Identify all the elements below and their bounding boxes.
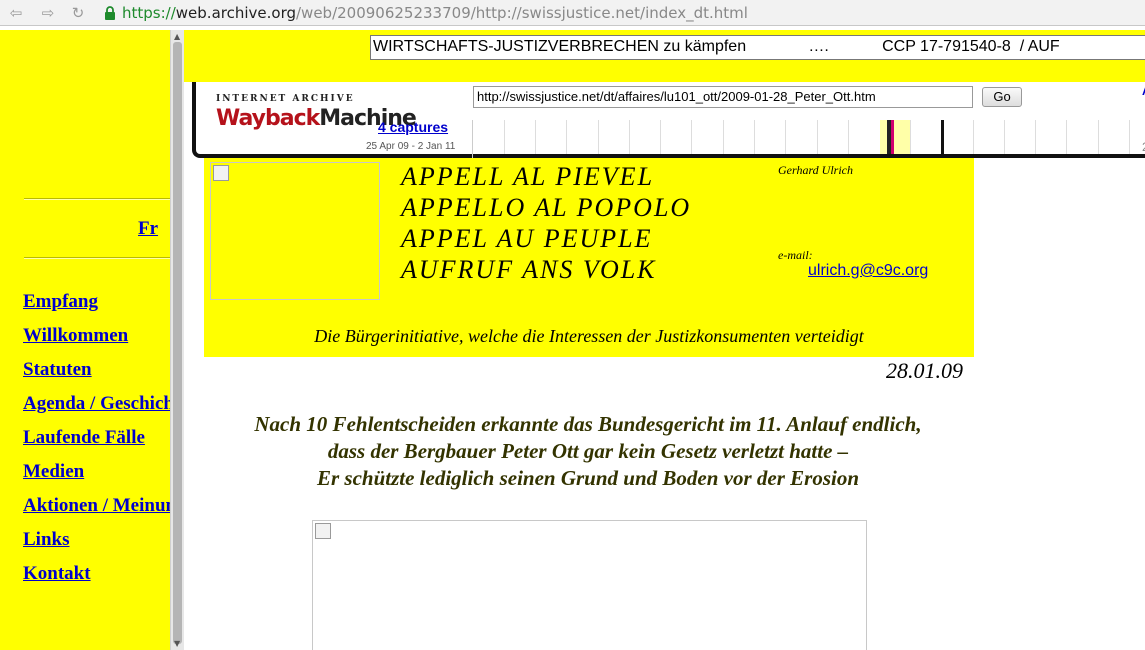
- capture-mark-current[interactable]: [891, 120, 894, 154]
- timeline-divider: [973, 120, 974, 154]
- nav-item-label: Medien: [23, 461, 85, 482]
- timeline-divider: [848, 120, 849, 154]
- timeline-divider: [660, 120, 661, 154]
- timeline-divider: [910, 120, 911, 154]
- nav-item-label: Kontakt: [23, 563, 91, 584]
- nav-item-empfang[interactable]: Empfang: [23, 290, 170, 324]
- header-image: [210, 162, 380, 300]
- timeline-divider: [785, 120, 786, 154]
- wayback-url-input[interactable]: http://swissjustice.net/dt/affaires/lu10…: [473, 86, 973, 108]
- wayback-logo-word: Wayback: [216, 106, 320, 131]
- scrollbar-thumb[interactable]: [173, 42, 182, 644]
- timeline-divider: [566, 120, 567, 154]
- divider: [24, 257, 170, 259]
- nav-item-label: Statuten: [23, 359, 92, 380]
- nav-item-links[interactable]: Links: [23, 528, 170, 562]
- header-subtitle: Die Bürgerinitiative, welche die Interes…: [314, 326, 864, 346]
- timeline-current-year: [880, 120, 910, 154]
- go-button[interactable]: Go: [982, 87, 1022, 107]
- timeline-divider: [723, 120, 724, 154]
- nav-item-medien[interactable]: Medien: [23, 460, 170, 494]
- browser-toolbar: ⇦ ⇨ ↻ https://web.archive.org/web/200906…: [0, 0, 1145, 26]
- timeline-divider: [1098, 120, 1099, 154]
- timeline-divider: [629, 120, 630, 154]
- email-label: e-mail:: [778, 248, 813, 262]
- captures-link[interactable]: 4 captures: [378, 119, 448, 135]
- appeal-line: APPELLO AL POPOLO: [401, 193, 692, 222]
- forward-arrow-icon[interactable]: ⇨: [38, 3, 58, 23]
- url-scheme: https://: [122, 4, 176, 22]
- nav-item-aktionen[interactable]: Aktionen / Meinungen: [23, 494, 170, 528]
- reload-icon[interactable]: ↻: [68, 3, 88, 23]
- nav-item-label: Laufende Fälle: [23, 427, 145, 448]
- nav-item-agenda[interactable]: Agenda / Geschichte: [23, 392, 170, 426]
- left-nav-frame: Fr Empfang Willkommen Statuten Agenda / …: [0, 30, 170, 650]
- site-header: APPELL AL PIEVEL APPELLO AL POPOLO APPEL…: [204, 158, 974, 357]
- timeline-divider: [598, 120, 599, 154]
- nav-item-willkommen[interactable]: Willkommen: [23, 324, 170, 358]
- timeline-divider: [691, 120, 692, 154]
- timeline-divider: [1129, 120, 1130, 154]
- author-name: Gerhard Ulrich: [778, 163, 853, 177]
- capture-timeline[interactable]: [472, 120, 1145, 158]
- capture-mark[interactable]: [941, 120, 944, 154]
- ticker-field[interactable]: WIRTSCHAFTS-JUSTIZVERBRECHEN zu kämpfen …: [370, 35, 1145, 60]
- headline-line: dass der Bergbauer Peter Ott gar kein Ge…: [327, 439, 849, 463]
- nav-item-label: Links: [23, 529, 70, 550]
- appeal-line: AUFRUF ANS VOLK: [401, 255, 657, 284]
- back-arrow-icon[interactable]: ⇦: [6, 3, 26, 23]
- content-frame: WIRTSCHAFTS-JUSTIZVERBRECHEN zu kämpfen …: [184, 30, 1145, 650]
- wayback-toolbar: INTERNET ARCHIVE WaybackMachine http://s…: [192, 82, 1145, 158]
- timeline-divider: [817, 120, 818, 154]
- language-link-fr[interactable]: Fr: [138, 218, 158, 240]
- lock-icon: [105, 6, 115, 20]
- appeal-line: APPEL AU PEUPLE: [401, 224, 653, 253]
- nav-item-laufende-faelle[interactable]: Laufende Fälle: [23, 426, 170, 460]
- broken-image-icon: [213, 165, 229, 181]
- divider: [24, 198, 170, 200]
- address-bar[interactable]: https://web.archive.org/web/200906252337…: [122, 3, 748, 23]
- wayback-logo-caption: INTERNET ARCHIVE: [216, 94, 355, 104]
- ticker-strip: WIRTSCHAFTS-JUSTIZVERBRECHEN zu kämpfen …: [184, 30, 1145, 82]
- nav-item-kontakt[interactable]: Kontakt: [23, 562, 170, 596]
- nav-menu: Empfang Willkommen Statuten Agenda / Ges…: [23, 290, 170, 596]
- nav-item-statuten[interactable]: Statuten: [23, 358, 170, 392]
- article-date: 28.01.09: [886, 358, 963, 383]
- url-path: /web/20090625233709/http://swissjustice.…: [296, 4, 748, 22]
- url-host: web.archive.org: [175, 4, 296, 22]
- scroll-up-icon[interactable]: ▲: [174, 32, 180, 41]
- timeline-divider: [1035, 120, 1036, 154]
- timeline-divider: [754, 120, 755, 154]
- left-frame-scrollbar[interactable]: ▲ ▼: [170, 30, 184, 650]
- captures-date-range: 25 Apr 09 - 2 Jan 11: [366, 141, 456, 152]
- timeline-divider: [535, 120, 536, 154]
- timeline-divider: [1066, 120, 1067, 154]
- email-link[interactable]: ulrich.g@c9c.org: [808, 262, 928, 280]
- nav-item-label: Agenda / Geschichte: [23, 393, 170, 414]
- nav-item-label: Willkommen: [23, 325, 129, 346]
- article-headline: Nach 10 Fehlentscheiden erkannte das Bun…: [184, 411, 992, 492]
- appeal-line: APPELL AL PIEVEL: [401, 162, 655, 191]
- nav-item-label: Aktionen / Meinungen: [23, 495, 170, 516]
- article-image: [312, 520, 867, 650]
- broken-image-icon: [315, 523, 331, 539]
- headline-line: Nach 10 Fehlentscheiden erkannte das Bun…: [254, 412, 922, 436]
- scroll-down-icon[interactable]: ▼: [174, 639, 180, 648]
- headline-line: Er schützte lediglich seinen Grund und B…: [316, 466, 860, 490]
- timeline-divider: [504, 120, 505, 154]
- nav-item-label: Empfang: [23, 291, 98, 312]
- timeline-divider: [1004, 120, 1005, 154]
